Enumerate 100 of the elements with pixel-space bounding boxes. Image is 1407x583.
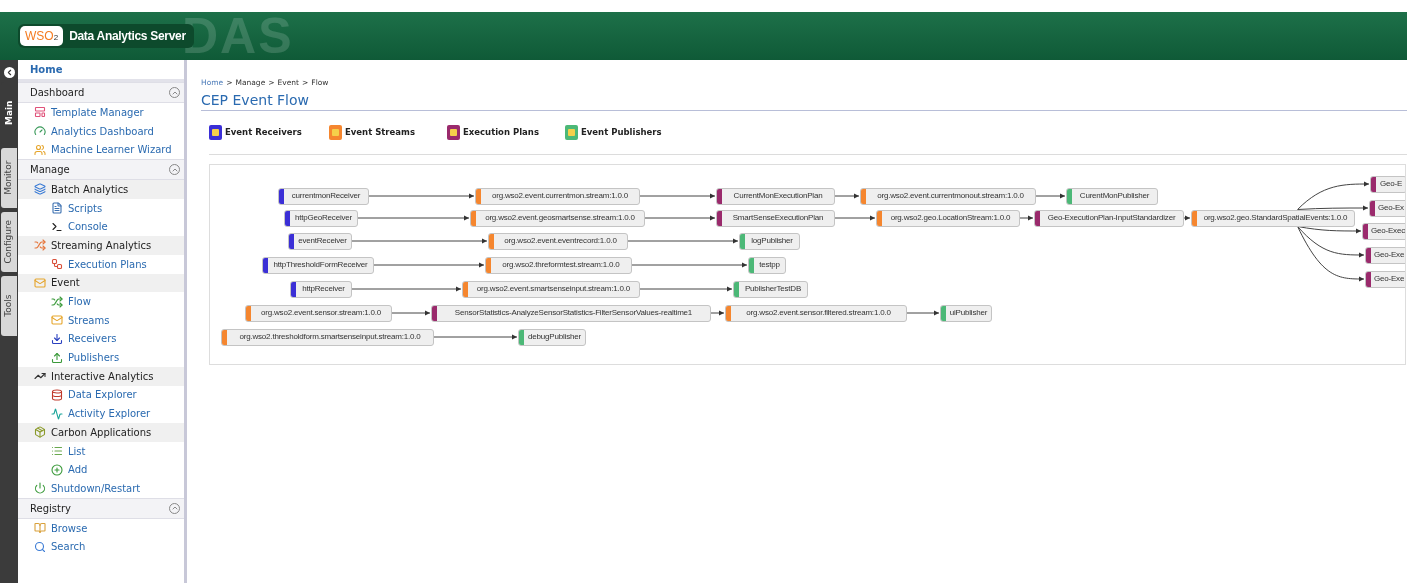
section-header[interactable]: Registry [18, 497, 184, 519]
flow-node[interactable]: org.wso2.event.sensor.filtered.stream:1.0.0 [725, 304, 907, 322]
menu-link[interactable]: Receivers [68, 331, 117, 347]
menu-link[interactable]: Streams [68, 312, 110, 328]
section-title: Dashboard [30, 86, 85, 100]
section-header[interactable]: Dashboard [18, 82, 184, 103]
flow-arrow [710, 310, 725, 316]
node-kind-bar [486, 257, 491, 273]
legend-label: Execution Plans [463, 126, 539, 140]
side-tab[interactable]: Configure [1, 212, 17, 272]
collapse-icon[interactable] [3, 67, 15, 78]
flow-node[interactable]: Geo-E [1370, 175, 1405, 193]
menu-icon [51, 314, 63, 327]
menu-link[interactable]: List [68, 443, 86, 459]
node-kind-bar [471, 210, 476, 226]
node-kind-bar [726, 305, 731, 321]
menu-link[interactable]: Search [51, 539, 86, 555]
legend-icon [447, 125, 460, 141]
flow-node[interactable]: SensorStatistics-AnalyzeSensorStatistics-FilterSensorValues-realtime1 [431, 304, 711, 322]
node-kind-bar [1371, 176, 1376, 192]
flow-node[interactable]: org.wso2.event.currentmonout.stream:1.0.0 [860, 187, 1036, 205]
menu-icon [51, 351, 63, 364]
legend-label: Event Publishers [581, 126, 662, 140]
node-kind-bar [1370, 200, 1375, 216]
flow-node[interactable]: CurrentMonExecutionPlan [716, 187, 835, 205]
node-kind-bar [279, 188, 284, 204]
menu-icon [34, 183, 46, 196]
flow-node[interactable]: org.wso2.event.eventrecord:1.0.0 [488, 232, 628, 250]
node-kind-bar [222, 329, 227, 345]
flow-node[interactable]: org.wso2.event.currentmon.stream:1.0.0 [475, 187, 640, 205]
menu-icon [34, 426, 46, 439]
side-tab[interactable]: Tools [1, 276, 17, 336]
home-link[interactable]: Home [30, 62, 63, 77]
flow-node[interactable]: org.wso2.event.sensor.stream:1.0.0 [245, 304, 392, 322]
flow-node[interactable]: httpGeoReceiver [284, 209, 358, 227]
menu-link[interactable]: Machine Learner Wizard [51, 142, 172, 158]
menu-link[interactable]: Publishers [68, 350, 120, 366]
flow-node[interactable]: Geo-ExecutionPlan-InputStandardizer [1034, 209, 1184, 227]
menu-link[interactable]: Execution Plans [68, 256, 147, 272]
node-kind-bar [476, 188, 481, 204]
menu-link[interactable]: Analytics Dashboard [51, 123, 154, 139]
menu-link[interactable]: Activity Explorer [68, 406, 151, 422]
node-kind-bar [717, 210, 722, 226]
flow-node[interactable]: debugPublisher [518, 328, 586, 346]
flow-arrow [834, 193, 860, 199]
flow-arrow [391, 310, 431, 316]
flow-node[interactable]: org.wso2.thresholdform.smartsenseinput.stream:1.0.0 [221, 328, 434, 346]
menu-icon [34, 143, 46, 156]
menu-icon [34, 239, 46, 252]
flow-node[interactable]: Geo-Exec [1362, 222, 1405, 240]
flow-node[interactable]: org.wso2.threformtest.stream:1.0.0 [485, 256, 632, 274]
menu-icon [34, 482, 46, 495]
menu-icon [51, 407, 63, 420]
menu-icon [51, 220, 63, 233]
flow-arrow [906, 310, 940, 316]
flow-node[interactable]: org.wso2.geo.LocationStream:1.0.0 [876, 209, 1020, 227]
node-kind-bar [1035, 210, 1040, 226]
menu-link[interactable]: Console [68, 219, 108, 235]
flow-node[interactable]: uiPublisher [940, 304, 992, 322]
node-kind-bar [749, 257, 754, 273]
flow-node[interactable]: Geo-Exe [1365, 270, 1405, 288]
node-kind-bar [1192, 210, 1197, 226]
flow-node[interactable]: Geo-Exe [1365, 246, 1405, 264]
menu-link[interactable]: Add [68, 462, 88, 478]
menu-icon [34, 125, 46, 138]
menu-link[interactable]: Data Explorer [68, 387, 137, 403]
flow-node[interactable]: testpp [748, 256, 786, 274]
menu-link[interactable]: Template Manager [51, 104, 144, 120]
flow-node[interactable]: CurentMonPublisher [1066, 187, 1158, 205]
side-tab[interactable]: Monitor [1, 148, 17, 208]
section-title: Registry [30, 501, 71, 516]
flow-node[interactable]: org.wso2.geo.StandardSpatialEvents:1.0.0 [1191, 209, 1355, 227]
menu-icon [51, 295, 63, 308]
node-kind-bar [717, 188, 722, 204]
menu-icon [51, 258, 63, 271]
flow-arrow [1035, 193, 1066, 199]
flow-node[interactable]: org.wso2.event.smartsenseinput.stream:1.0.0 [462, 280, 640, 298]
flow-node[interactable]: PublisherTestDB [733, 280, 808, 298]
menu-link[interactable]: Shutdown/Restart [51, 480, 141, 496]
menu-link[interactable]: Flow [68, 294, 91, 310]
page-title: CEP Event Flow [201, 91, 311, 110]
menu-link[interactable]: Browse [51, 520, 88, 536]
flow-node[interactable]: SmartSenseExecutionPlan [716, 209, 835, 227]
flow-node[interactable]: currentmonReceiver [278, 187, 369, 205]
menu-link[interactable]: Scripts [68, 200, 103, 216]
flow-node[interactable]: org.wso2.event.geosmartsense.stream:1.0.0 [470, 209, 645, 227]
flow-arrow [644, 215, 716, 221]
menu-icon [51, 202, 63, 215]
menu-group-label: Batch Analytics [51, 182, 129, 197]
product-name: Data Analytics Server [69, 29, 186, 43]
node-kind-bar [246, 305, 251, 321]
section-header[interactable]: Manage [18, 159, 184, 181]
menu-icon [51, 463, 63, 476]
node-kind-bar [1366, 247, 1371, 263]
flow-node[interactable]: httpReceiver [290, 280, 352, 298]
flow-node[interactable]: Geo-Ex [1369, 199, 1405, 217]
menu-group-label: Interactive Analytics [51, 369, 154, 384]
flow-node[interactable]: logPublisher [739, 232, 800, 250]
flow-node[interactable]: eventReceiver [288, 232, 352, 250]
flow-node[interactable]: httpThresholdFormReceiver [262, 256, 374, 274]
